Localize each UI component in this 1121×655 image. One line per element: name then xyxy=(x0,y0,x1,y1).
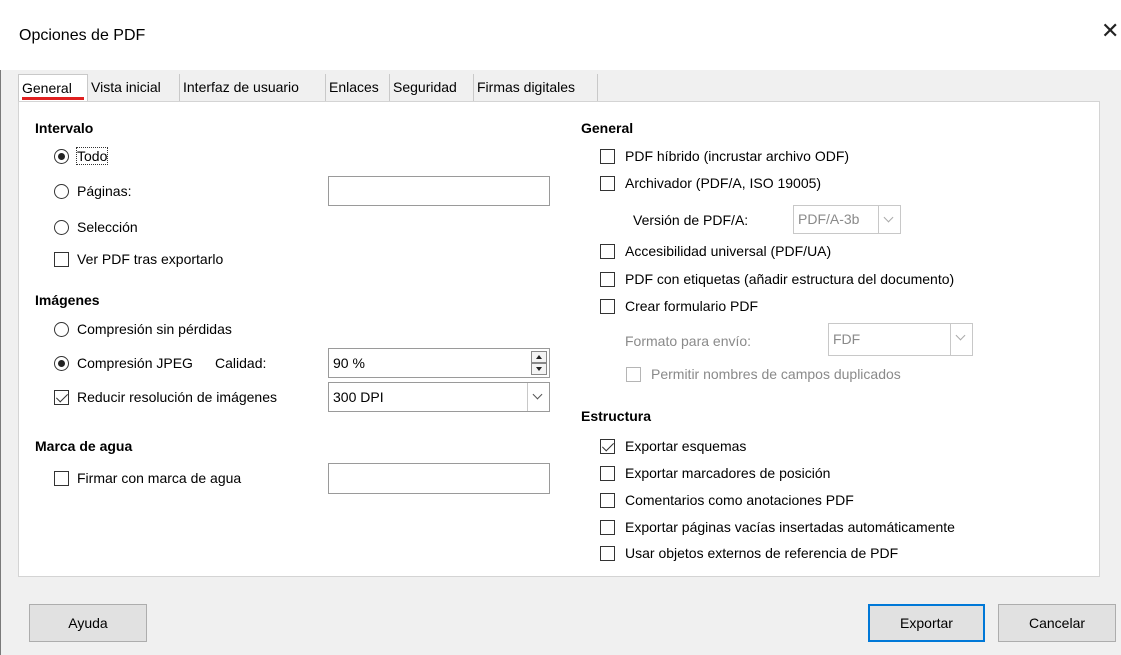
section-heading-marca-agua: Marca de agua xyxy=(35,438,133,454)
tab-enlaces[interactable]: Enlaces xyxy=(326,74,390,101)
checkbox-ver-pdf-label[interactable]: Ver PDF tras exportarlo xyxy=(77,251,223,267)
radio-todo-label[interactable]: Todo xyxy=(75,147,109,165)
version-pdfa-label: Versión de PDF/A: xyxy=(633,212,749,228)
chevron-down-icon xyxy=(878,206,900,233)
checkbox-paginas-vacias[interactable] xyxy=(600,520,615,535)
marca-agua-input[interactable] xyxy=(328,463,550,494)
calidad-value: 90 % xyxy=(333,355,365,371)
checkbox-exportar-marcadores-label[interactable]: Exportar marcadores de posición xyxy=(625,465,830,481)
title-bar: Opciones de PDF ✕ xyxy=(0,0,1121,70)
checkbox-crear-formulario[interactable] xyxy=(600,299,615,314)
tab-label: General xyxy=(22,80,72,96)
radio-paginas-label[interactable]: Páginas: xyxy=(77,183,131,199)
section-heading-estructura: Estructura xyxy=(581,408,652,424)
radio-sin-perdidas[interactable] xyxy=(54,322,69,337)
radio-todo[interactable] xyxy=(54,149,69,164)
checkbox-exportar-esquemas-label[interactable]: Exportar esquemas xyxy=(625,438,746,454)
chevron-down-icon xyxy=(950,324,972,355)
checkbox-archivador[interactable] xyxy=(600,176,615,191)
checkbox-firmar-marca[interactable] xyxy=(54,471,69,486)
checkbox-archivador-label[interactable]: Archivador (PDF/A, ISO 19005) xyxy=(625,175,821,191)
tab-label: Seguridad xyxy=(393,79,457,95)
section-heading-imagenes: Imágenes xyxy=(35,292,100,308)
radio-jpeg[interactable] xyxy=(54,356,69,371)
version-pdfa-value: PDF/A-3b xyxy=(798,211,860,227)
window-border xyxy=(0,70,1,655)
active-tab-indicator xyxy=(22,97,84,100)
tab-label: Firmas digitales xyxy=(477,79,576,95)
tab-vista-inicial[interactable]: Vista inicial xyxy=(88,74,180,101)
checkbox-exportar-marcadores[interactable] xyxy=(600,466,615,481)
exportar-button[interactable]: Exportar xyxy=(868,604,985,642)
chevron-down-icon xyxy=(527,383,549,411)
checkbox-objetos-externos-label[interactable]: Usar objetos externos de referencia de P… xyxy=(625,545,898,561)
dpi-value: 300 DPI xyxy=(333,389,384,405)
radio-seleccion[interactable] xyxy=(54,220,69,235)
tab-interfaz-usuario[interactable]: Interfaz de usuario xyxy=(180,74,326,101)
checkbox-objetos-externos[interactable] xyxy=(600,546,615,561)
spin-up-icon[interactable] xyxy=(531,351,547,363)
section-heading-intervalo: Intervalo xyxy=(35,120,94,136)
checkbox-accesibilidad-label[interactable]: Accesibilidad universal (PDF/UA) xyxy=(625,243,831,259)
cancelar-button[interactable]: Cancelar xyxy=(998,604,1116,642)
tab-seguridad[interactable]: Seguridad xyxy=(390,74,474,101)
checkbox-exportar-esquemas[interactable] xyxy=(600,439,615,454)
formato-envio-select: FDF xyxy=(828,323,973,356)
checkbox-pdf-etiquetas-label[interactable]: PDF con etiquetas (añadir estructura del… xyxy=(625,271,954,287)
formato-envio-label: Formato para envío: xyxy=(625,333,752,349)
tab-label: Enlaces xyxy=(329,79,379,95)
tab-firmas-digitales[interactable]: Firmas digitales xyxy=(474,74,598,101)
tab-panel-general: Intervalo Todo Páginas: Selección Ver PD… xyxy=(18,101,1100,577)
checkbox-paginas-vacias-label[interactable]: Exportar páginas vacías insertadas autom… xyxy=(625,519,955,535)
close-icon[interactable]: ✕ xyxy=(1101,20,1119,42)
radio-seleccion-label[interactable]: Selección xyxy=(77,219,138,235)
tab-general[interactable]: General xyxy=(18,74,88,102)
tab-label: Interfaz de usuario xyxy=(183,79,299,95)
section-heading-general: General xyxy=(581,120,634,136)
dpi-select[interactable]: 300 DPI xyxy=(328,382,550,412)
formato-envio-value: FDF xyxy=(833,331,861,347)
checkbox-firmar-marca-label[interactable]: Firmar con marca de agua xyxy=(77,470,241,486)
radio-jpeg-label[interactable]: Compresión JPEG xyxy=(77,355,193,371)
spin-buttons xyxy=(531,351,547,375)
checkbox-nombres-duplicados-label: Permitir nombres de campos duplicados xyxy=(651,366,901,382)
checkbox-nombres-duplicados xyxy=(626,367,641,382)
tab-label: Vista inicial xyxy=(91,79,161,95)
checkbox-crear-formulario-label[interactable]: Crear formulario PDF xyxy=(625,298,758,314)
version-pdfa-select: PDF/A-3b xyxy=(793,205,901,234)
checkbox-pdf-hibrido[interactable] xyxy=(600,149,615,164)
checkbox-pdf-etiquetas[interactable] xyxy=(600,272,615,287)
checkbox-ver-pdf[interactable] xyxy=(54,252,69,267)
window-title: Opciones de PDF xyxy=(19,27,146,44)
spin-down-icon[interactable] xyxy=(531,363,547,375)
radio-paginas[interactable] xyxy=(54,184,69,199)
calidad-stepper[interactable]: 90 % xyxy=(328,348,550,378)
checkbox-reducir-resolucion[interactable] xyxy=(54,390,69,405)
checkbox-comentarios[interactable] xyxy=(600,493,615,508)
checkbox-accesibilidad[interactable] xyxy=(600,244,615,259)
paginas-input[interactable] xyxy=(328,176,550,206)
ayuda-button[interactable]: Ayuda xyxy=(29,604,147,642)
checkbox-reducir-resolucion-label[interactable]: Reducir resolución de imágenes xyxy=(77,389,277,405)
radio-sin-perdidas-label[interactable]: Compresión sin pérdidas xyxy=(77,321,232,337)
calidad-label: Calidad: xyxy=(215,355,267,371)
checkbox-pdf-hibrido-label[interactable]: PDF híbrido (incrustar archivo ODF) xyxy=(625,148,849,164)
checkbox-comentarios-label[interactable]: Comentarios como anotaciones PDF xyxy=(625,492,854,508)
